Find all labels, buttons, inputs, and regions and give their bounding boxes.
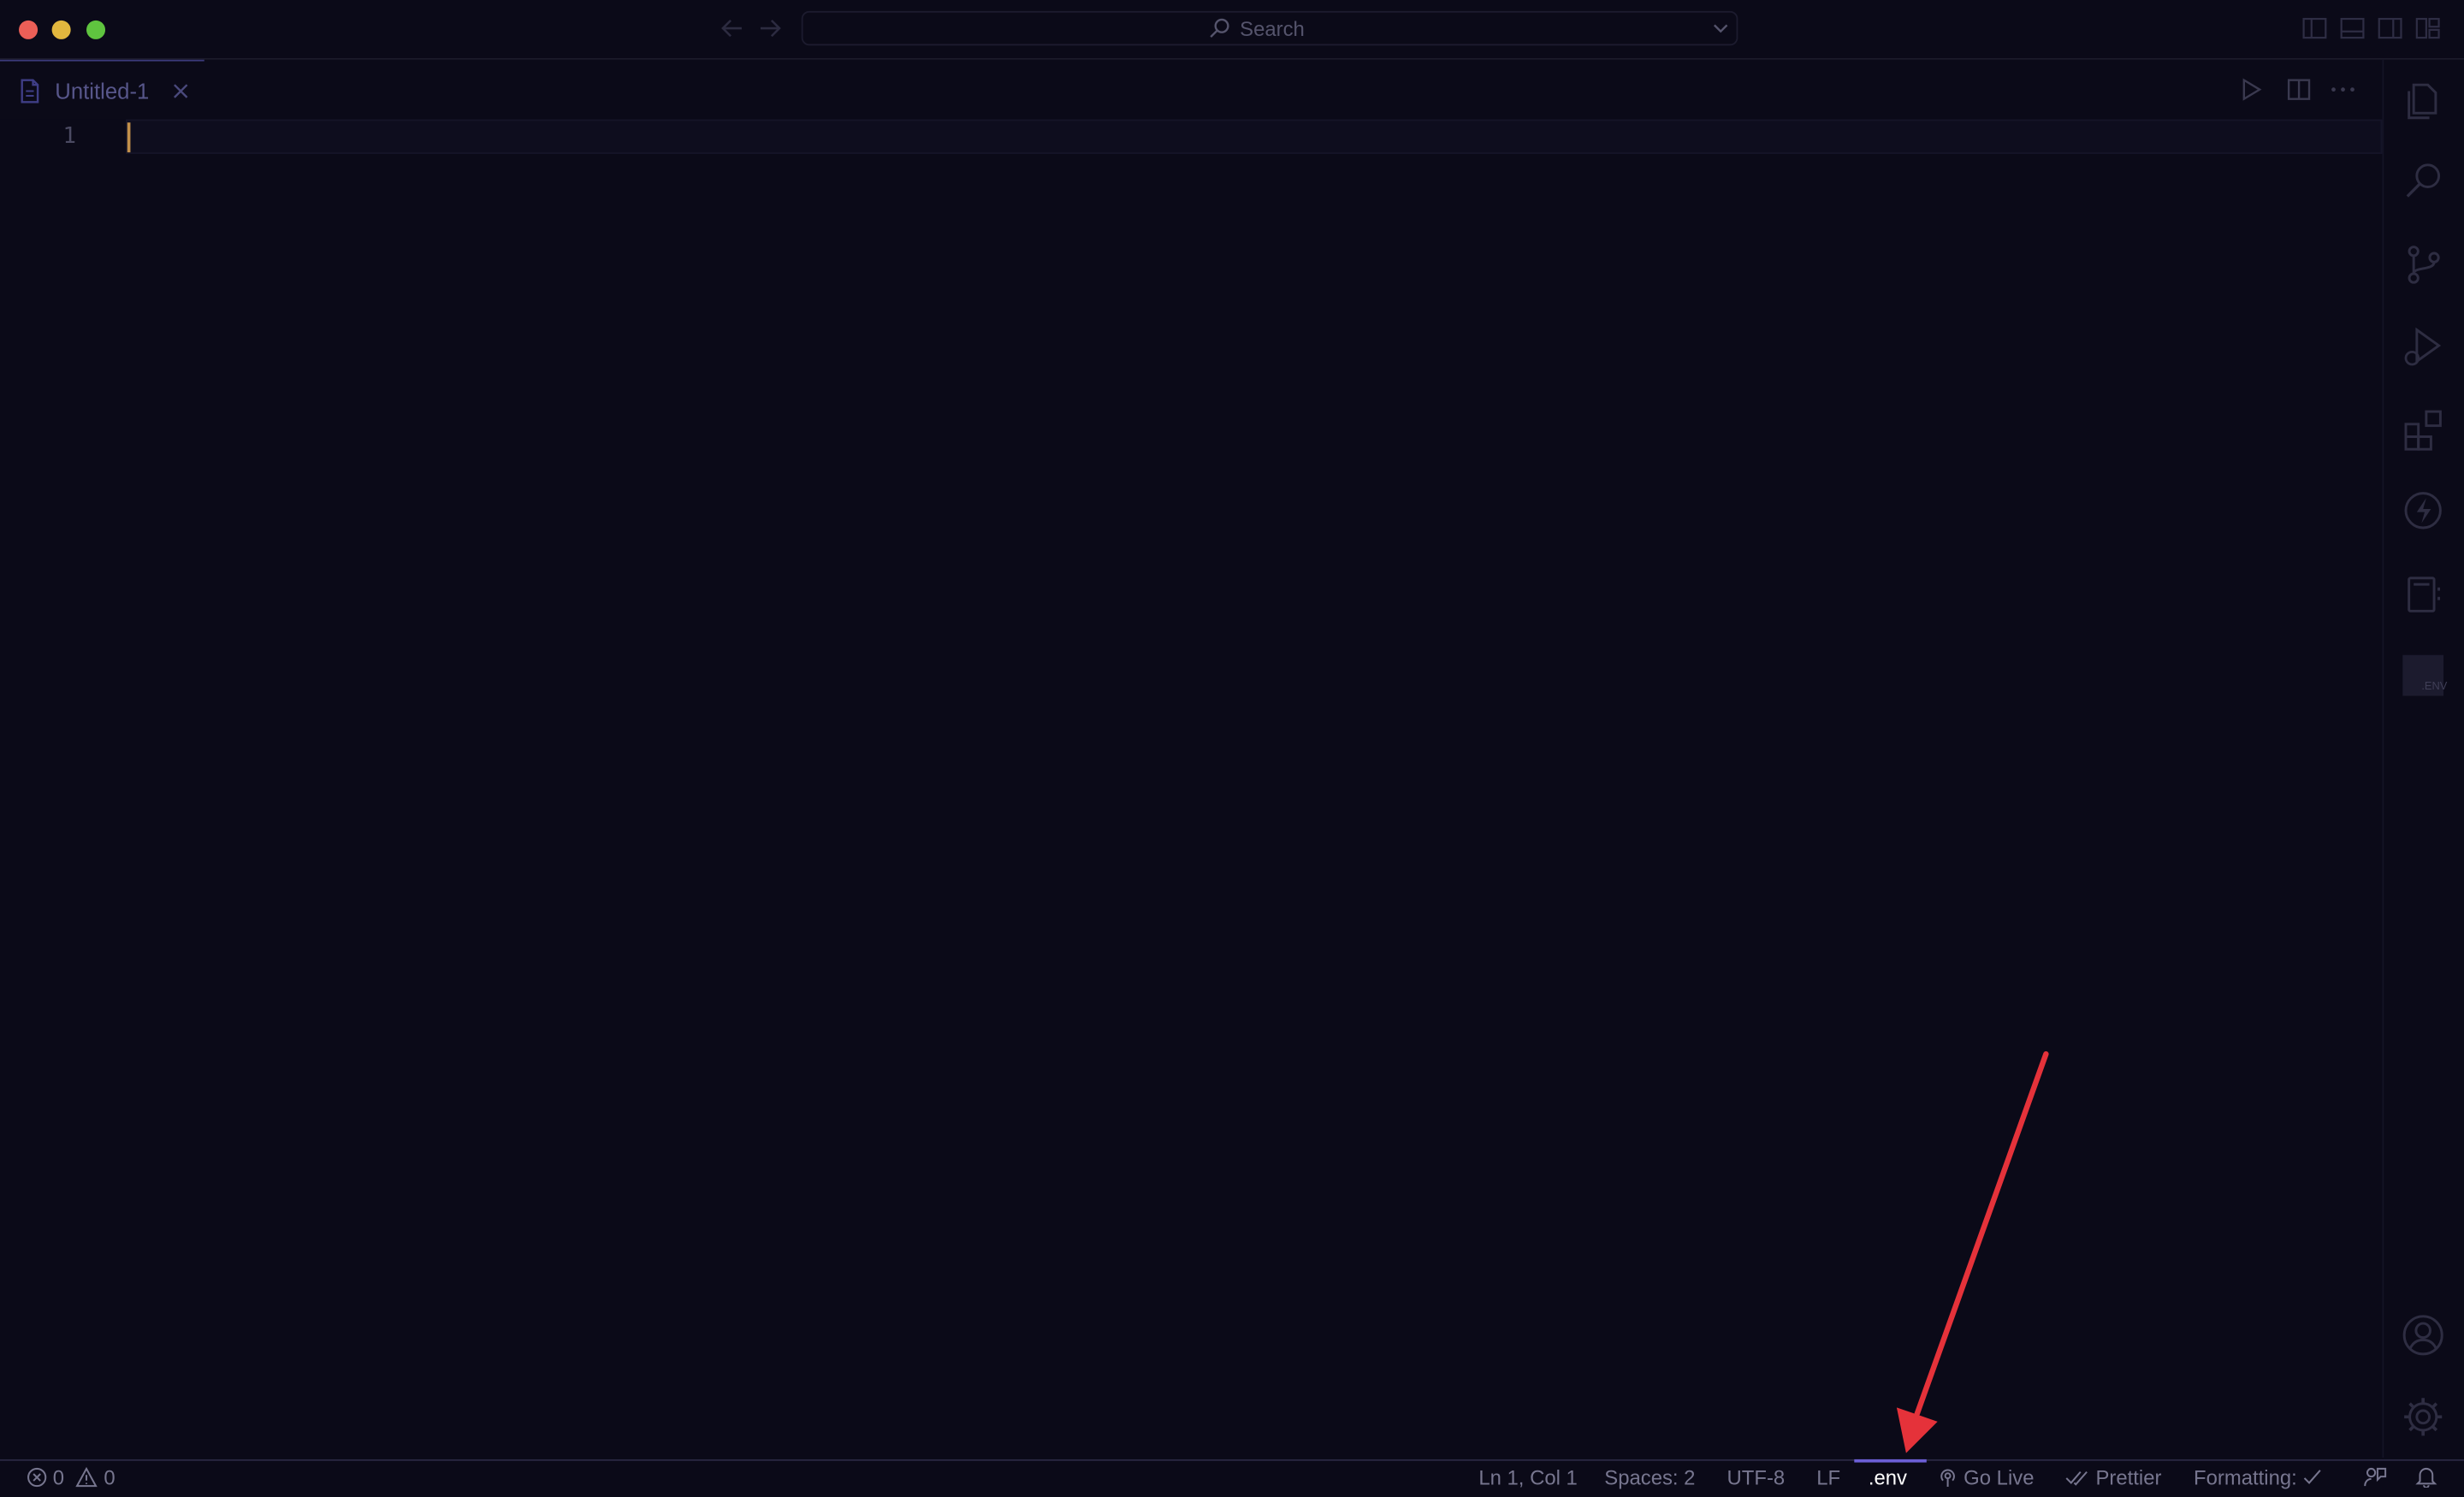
- go-live-status[interactable]: Go Live: [1938, 1465, 2035, 1489]
- broadcast-icon: [1938, 1467, 1958, 1488]
- prettier-label: Prettier: [2095, 1465, 2162, 1489]
- encoding-status[interactable]: UTF-8: [1727, 1465, 1786, 1489]
- title-bar: Search: [0, 0, 2464, 60]
- prettier-status[interactable]: Prettier: [2064, 1465, 2161, 1489]
- indentation-status[interactable]: Spaces: 2: [1604, 1465, 1695, 1489]
- split-editor-icon[interactable]: [2286, 77, 2311, 102]
- close-window-button[interactable]: [19, 20, 38, 39]
- editor-area[interactable]: [0, 119, 2383, 1459]
- notebook-icon[interactable]: [2398, 569, 2449, 619]
- problems-status[interactable]: 0 0: [27, 1465, 116, 1489]
- run-and-debug-icon[interactable]: [2398, 321, 2449, 371]
- vscode-window: Search Untitled-1 1 .ENV 0 0 Ln 1, Col 1…: [0, 0, 2464, 1497]
- error-icon: [27, 1467, 47, 1488]
- check-icon: [2302, 1467, 2323, 1488]
- more-actions-icon[interactable]: [2329, 77, 2357, 102]
- toggle-panel-icon[interactable]: [2340, 17, 2365, 39]
- run-icon[interactable]: [2241, 77, 2263, 102]
- svg-text:.ENV: .ENV: [2421, 679, 2447, 692]
- notifications-bell-icon[interactable]: [2415, 1465, 2437, 1488]
- search-activity-icon[interactable]: [2398, 156, 2449, 206]
- chevron-down-icon[interactable]: [1711, 19, 1730, 38]
- go-live-label: Go Live: [1964, 1465, 2035, 1489]
- double-check-icon: [2064, 1467, 2089, 1488]
- file-icon: [19, 79, 41, 104]
- back-arrow-icon[interactable]: [720, 17, 744, 39]
- lightning-icon[interactable]: [2398, 485, 2449, 535]
- toggle-primary-sidebar-icon[interactable]: [2302, 17, 2327, 39]
- source-control-icon[interactable]: [2398, 239, 2449, 289]
- warning-count: 0: [104, 1465, 116, 1489]
- accounts-icon[interactable]: [2398, 1310, 2449, 1360]
- close-tab-icon[interactable]: [171, 81, 190, 100]
- env-extension-icon[interactable]: .ENV: [2398, 650, 2449, 701]
- eol-status[interactable]: LF: [1816, 1465, 1840, 1489]
- tab-label: Untitled-1: [55, 78, 150, 104]
- command-center-search[interactable]: Search: [801, 10, 1738, 46]
- tab-bar: [0, 59, 2383, 120]
- text-cursor: [127, 122, 131, 153]
- explorer-icon[interactable]: [2398, 74, 2449, 124]
- tab-untitled-1[interactable]: Untitled-1: [0, 59, 204, 120]
- toggle-secondary-sidebar-icon[interactable]: [2378, 17, 2402, 39]
- forward-arrow-icon[interactable]: [757, 17, 782, 39]
- formatting-status[interactable]: Formatting:: [2194, 1465, 2323, 1489]
- language-mode-status[interactable]: .env: [1869, 1465, 1907, 1489]
- customize-layout-icon[interactable]: [2415, 17, 2440, 39]
- zoom-window-button[interactable]: [86, 20, 106, 39]
- line-number: 1: [62, 124, 76, 150]
- formatting-label: Formatting:: [2194, 1465, 2297, 1489]
- error-count: 0: [52, 1465, 65, 1489]
- language-mode-indicator-underline: [1854, 1459, 1927, 1463]
- cursor-position-status[interactable]: Ln 1, Col 1: [1478, 1465, 1577, 1489]
- search-label: Search: [1240, 17, 1305, 41]
- feedback-icon[interactable]: [2363, 1465, 2387, 1488]
- search-icon: [1208, 17, 1230, 39]
- minimize-window-button[interactable]: [51, 20, 71, 39]
- settings-gear-icon[interactable]: [2398, 1392, 2449, 1442]
- current-line-highlight: [125, 119, 2383, 154]
- extensions-icon[interactable]: [2398, 404, 2449, 454]
- warning-icon: [76, 1467, 98, 1488]
